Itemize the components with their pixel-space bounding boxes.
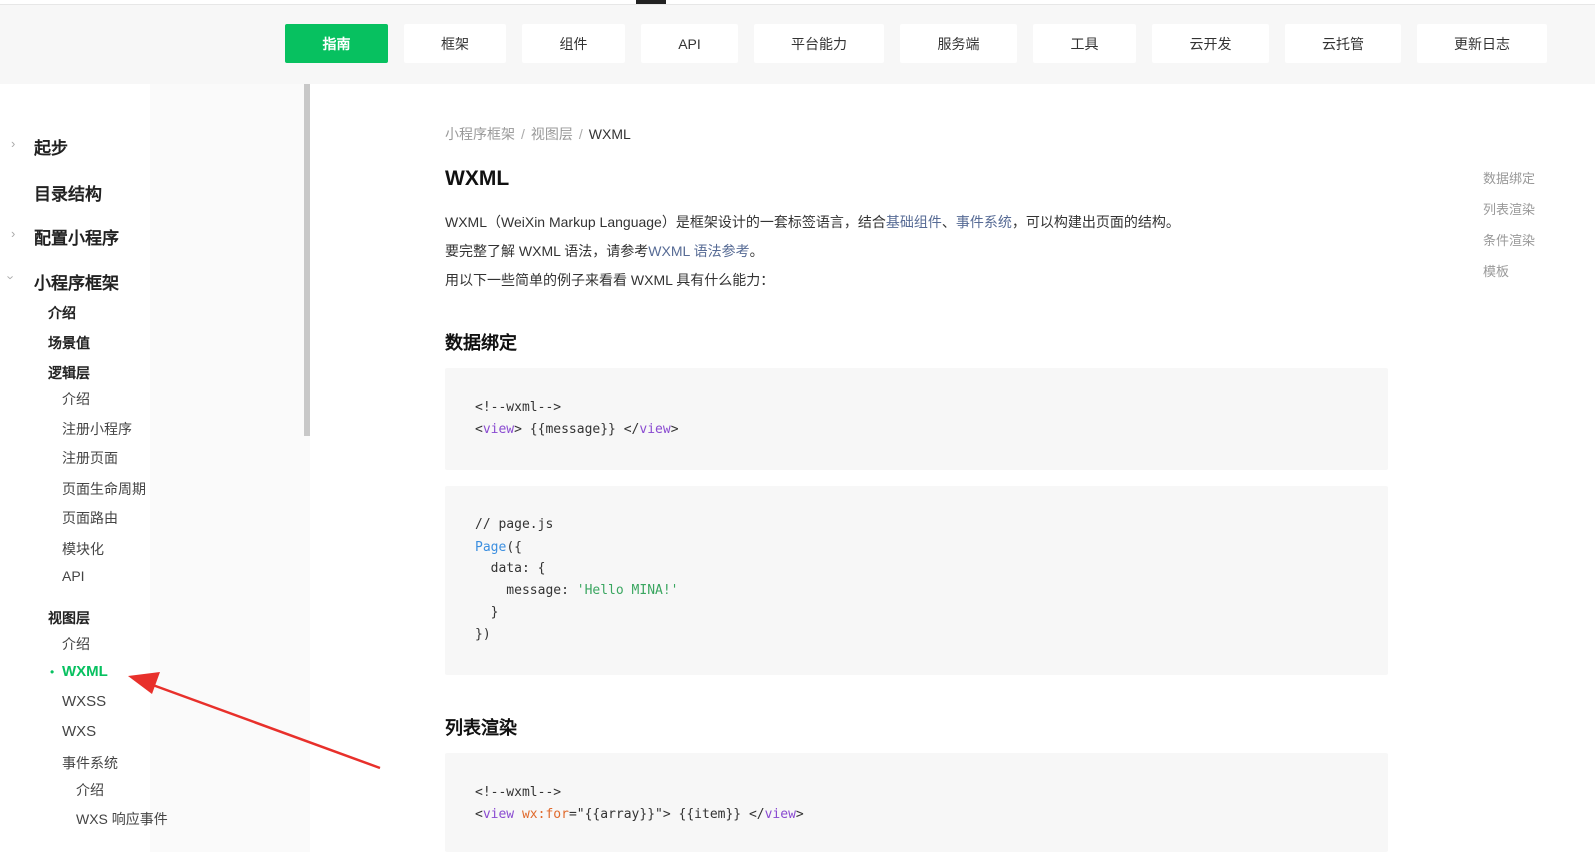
code-token: ({ bbox=[506, 540, 522, 555]
breadcrumb-current: WXML bbox=[588, 126, 631, 142]
code-attribute: wx:for bbox=[521, 807, 569, 822]
top-navigation-bar: 指南 框架 组件 API 平台能力 服务端 工具 云开发 云托管 更新日志 bbox=[0, 0, 1595, 84]
code-tag: view bbox=[639, 422, 671, 437]
sidebar-item-page-route[interactable]: 页面路由 bbox=[62, 508, 118, 528]
code-line: } bbox=[475, 605, 499, 620]
toc-data-binding[interactable]: 数据绑定 bbox=[1483, 168, 1535, 187]
toc-template[interactable]: 模板 bbox=[1483, 261, 1509, 280]
sidebar-item-event-system[interactable]: 事件系统 bbox=[62, 753, 118, 773]
sidebar-item-view-layer[interactable]: 视图层 bbox=[48, 608, 90, 628]
code-tag: view bbox=[764, 807, 796, 822]
intro-text: WXML（WeiXin Markup Language）是框架设计的一套标签语言… bbox=[445, 214, 886, 230]
sidebar-item-start[interactable]: 起步 bbox=[34, 134, 68, 159]
sidebar-item-framework[interactable]: 小程序框架 bbox=[34, 269, 119, 294]
code-token: > {{message}} </ bbox=[514, 422, 640, 437]
reference-paragraph: 要完整了解 WXML 语法，请参考WXML 语法参考。 bbox=[445, 241, 764, 261]
code-tag: view bbox=[482, 422, 515, 437]
code-string: 'Hello MINA!' bbox=[576, 583, 679, 598]
nav-server[interactable]: 服务端 bbox=[900, 24, 1017, 63]
breadcrumb: 小程序框架 / 视图层 / WXML bbox=[445, 124, 631, 144]
sidebar-item-config[interactable]: 配置小程序 bbox=[34, 224, 119, 249]
sidebar-item-wxs-event[interactable]: WXS 响应事件 bbox=[76, 809, 168, 829]
reference-text: 。 bbox=[749, 243, 764, 259]
chevron-down-icon[interactable]: › bbox=[4, 275, 19, 279]
sidebar-item-register-page[interactable]: 注册页面 bbox=[62, 448, 118, 468]
top-border bbox=[0, 0, 1595, 5]
sidebar-item-wxml[interactable]: WXML bbox=[62, 663, 108, 680]
breadcrumb-framework[interactable]: 小程序框架 bbox=[445, 126, 515, 142]
code-line: message: 'Hello MINA!' bbox=[475, 583, 679, 598]
sidebar-gutter bbox=[150, 84, 310, 852]
code-line: <view wx:for="{{array}}"> {{item}} </vie… bbox=[475, 807, 804, 822]
link-wxml-syntax[interactable]: WXML 语法参考 bbox=[648, 243, 749, 259]
link-event-system[interactable]: 事件系统 bbox=[956, 214, 1012, 230]
code-function: Page bbox=[475, 540, 507, 555]
chevron-right-icon[interactable]: › bbox=[11, 136, 15, 151]
nav-cloud-dev[interactable]: 云开发 bbox=[1152, 24, 1269, 63]
heading-list-render: 列表渲染 bbox=[445, 718, 517, 738]
code-token: < bbox=[475, 422, 483, 437]
code-line: Page({ bbox=[475, 540, 522, 555]
nav-tools[interactable]: 工具 bbox=[1033, 24, 1136, 63]
sidebar-item-view-intro[interactable]: 介绍 bbox=[62, 634, 90, 654]
sidebar-item-directory[interactable]: 目录结构 bbox=[34, 180, 102, 205]
sidebar-item-page-lifecycle[interactable]: 页面生命周期 bbox=[62, 479, 146, 499]
code-token: ="{{array}}"> {{item}} </ bbox=[568, 807, 765, 822]
sidebar-item-scene[interactable]: 场景值 bbox=[48, 333, 90, 353]
sidebar-item-logic-api[interactable]: API bbox=[62, 568, 85, 584]
sidebar-item-logic-layer[interactable]: 逻辑层 bbox=[48, 363, 90, 383]
code-token: > bbox=[795, 807, 804, 822]
code-line: data: { bbox=[475, 561, 546, 576]
nav-platform[interactable]: 平台能力 bbox=[754, 24, 884, 63]
code-block-wxml: <!--wxml--> <view> {{message}} </view> bbox=[445, 368, 1388, 470]
sidebar-item-wxss[interactable]: WXSS bbox=[62, 693, 106, 710]
nav-cloud-hosting[interactable]: 云托管 bbox=[1285, 24, 1401, 63]
code-line: <view> {{message}} </view> bbox=[475, 422, 679, 437]
sidebar-item-intro[interactable]: 介绍 bbox=[48, 303, 76, 323]
sidebar-scrollbar[interactable] bbox=[304, 84, 310, 436]
breadcrumb-view-layer[interactable]: 视图层 bbox=[531, 126, 573, 142]
code-token: < bbox=[475, 807, 483, 822]
sidebar-item-wxs[interactable]: WXS bbox=[62, 723, 96, 740]
code-line: }) bbox=[475, 627, 491, 642]
breadcrumb-separator: / bbox=[521, 126, 525, 142]
nav-framework[interactable]: 框架 bbox=[404, 24, 506, 63]
code-token: > bbox=[670, 422, 679, 437]
code-block-js: // page.js Page({ data: { message: 'Hell… bbox=[445, 486, 1388, 675]
nav-guide[interactable]: 指南 bbox=[285, 24, 388, 63]
code-token: message: bbox=[475, 583, 577, 598]
nav-changelog[interactable]: 更新日志 bbox=[1417, 24, 1547, 63]
code-comment: <!--wxml--> bbox=[475, 400, 562, 415]
sidebar-item-logic-intro[interactable]: 介绍 bbox=[62, 389, 90, 409]
intro-paragraph: WXML（WeiXin Markup Language）是框架设计的一套标签语言… bbox=[445, 212, 1180, 232]
sidebar-item-modules[interactable]: 模块化 bbox=[62, 539, 104, 559]
active-dot-icon: • bbox=[50, 665, 55, 679]
nav-api[interactable]: API bbox=[641, 24, 738, 63]
reference-text: 要完整了解 WXML 语法，请参考 bbox=[445, 243, 649, 259]
sidebar-item-event-intro[interactable]: 介绍 bbox=[76, 780, 104, 800]
code-tag: view bbox=[482, 807, 515, 822]
heading-data-binding: 数据绑定 bbox=[445, 333, 517, 353]
nav-components[interactable]: 组件 bbox=[522, 24, 625, 63]
code-comment: <!--wxml--> bbox=[475, 785, 562, 800]
sidebar-item-register-app[interactable]: 注册小程序 bbox=[62, 419, 132, 439]
intro-text: ，可以构建出页面的结构。 bbox=[1011, 214, 1180, 230]
page-title: WXML bbox=[445, 167, 510, 190]
chevron-right-icon[interactable]: › bbox=[11, 226, 15, 241]
breadcrumb-separator: / bbox=[578, 126, 583, 142]
toc-conditional-render[interactable]: 条件渲染 bbox=[1483, 230, 1535, 249]
examples-paragraph: 用以下一些简单的例子来看看 WXML 具有什么能力： bbox=[445, 272, 775, 288]
intro-text: 、 bbox=[941, 214, 956, 230]
link-basic-components[interactable]: 基础组件 bbox=[886, 214, 942, 230]
code-block-wxml-list: <!--wxml--> <view wx:for="{{array}}"> {{… bbox=[445, 753, 1388, 852]
top-indicator bbox=[636, 0, 666, 4]
toc-list-render[interactable]: 列表渲染 bbox=[1483, 199, 1535, 218]
code-comment: // page.js bbox=[475, 517, 554, 532]
